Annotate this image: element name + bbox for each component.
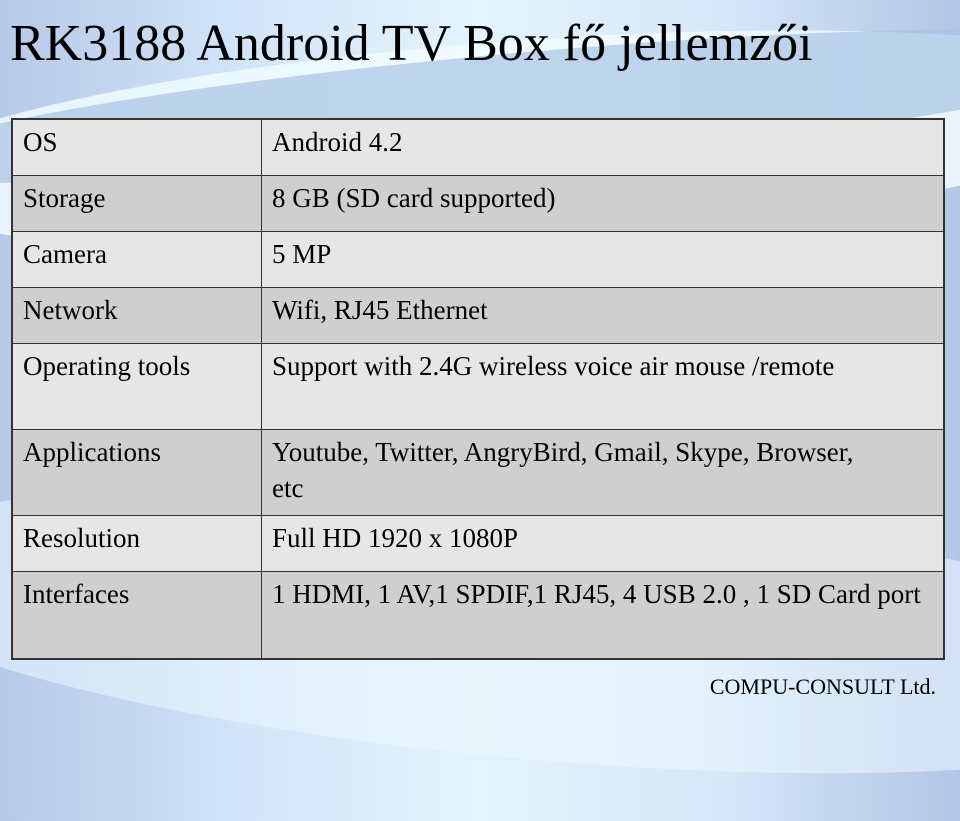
spec-value: Full HD 1920 x 1080P: [261, 514, 945, 572]
spec-value: Support with 2.4G wireless voice air mou…: [261, 342, 945, 430]
spec-label: Interfaces: [11, 570, 262, 660]
table-row: OS Android 4.2: [11, 118, 945, 176]
spec-label: Applications: [11, 428, 262, 516]
spec-value: Android 4.2: [261, 118, 945, 176]
spec-label: Network: [11, 286, 262, 344]
spec-label: Camera: [11, 230, 262, 288]
company-footer: COMPU-CONSULT Ltd.: [709, 674, 936, 699]
table-row: Applications Youtube, Twitter, AngryBird…: [11, 428, 945, 516]
table-row: Operating tools Support with 2.4G wirele…: [11, 342, 945, 430]
spec-table: OS Android 4.2 Storage 8 GB (SD card sup…: [11, 118, 945, 660]
spec-label: Resolution: [11, 514, 262, 572]
spec-value: Youtube, Twitter, AngryBird, Gmail, Skyp…: [261, 428, 945, 516]
table-row: Camera 5 MP: [11, 230, 945, 288]
table-row: Interfaces 1 HDMI, 1 AV,1 SPDIF,1 RJ45, …: [11, 570, 945, 660]
table-row: Resolution Full HD 1920 x 1080P: [11, 514, 945, 572]
spec-value: 1 HDMI, 1 AV,1 SPDIF,1 RJ45, 4 USB 2.0 ,…: [261, 570, 945, 660]
spec-label: OS: [11, 118, 262, 176]
spec-label: Storage: [11, 174, 262, 232]
table-row: Storage 8 GB (SD card supported): [11, 174, 945, 232]
spec-value: 8 GB (SD card supported): [261, 174, 945, 232]
table-row: Network Wifi, RJ45 Ethernet: [11, 286, 945, 344]
slide-title: RK3188 Android TV Box fő jellemzői: [10, 15, 813, 72]
spec-label: Operating tools: [11, 342, 262, 430]
spec-value: Wifi, RJ45 Ethernet: [261, 286, 945, 344]
spec-value: 5 MP: [261, 230, 945, 288]
